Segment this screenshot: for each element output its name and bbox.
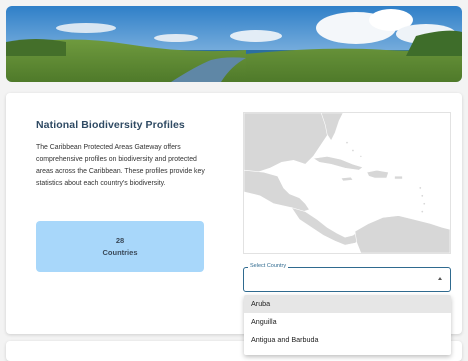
country-option-anguilla[interactable]: Anguilla [244, 313, 451, 331]
map-land-yucatan [244, 169, 310, 212]
country-select-label: Select Country [248, 263, 289, 269]
map-land-lesser-antilles-1 [418, 186, 422, 190]
map-land-lesser-antilles-4 [420, 210, 424, 214]
caret-up-icon[interactable] [438, 277, 442, 280]
country-dropdown-list: Aruba Anguilla Antigua and Barbuda [244, 295, 451, 355]
country-option-antigua-and-barbuda[interactable]: Antigua and Barbuda [244, 331, 451, 349]
section-title: National Biodiversity Profiles [36, 119, 185, 131]
map-land-central-america [290, 207, 368, 246]
hero-banner-image [6, 6, 462, 82]
map-land-puerto-rico [394, 175, 403, 180]
map-land-bahamas-1 [345, 141, 349, 145]
caribbean-map[interactable] [243, 112, 451, 254]
map-land-jamaica [340, 176, 354, 182]
map-land-lesser-antilles-3 [422, 202, 426, 206]
map-land-south-america [354, 215, 450, 253]
map-land-bahamas-2 [351, 148, 355, 152]
section-description: The Caribbean Protected Areas Gateway of… [36, 144, 205, 187]
country-select[interactable] [243, 267, 451, 292]
map-land-bahamas-3 [359, 155, 363, 158]
stat-value: 28 [115, 235, 125, 245]
stat-label: Countries [102, 247, 138, 257]
map-canvas [244, 113, 450, 253]
map-land-lesser-antilles-2 [420, 194, 424, 198]
map-land-cuba [312, 156, 364, 171]
country-option-aruba[interactable]: Aruba [244, 295, 451, 313]
map-land-hispaniola [366, 169, 389, 179]
countries-stat-box: 28 Countries [36, 221, 204, 272]
